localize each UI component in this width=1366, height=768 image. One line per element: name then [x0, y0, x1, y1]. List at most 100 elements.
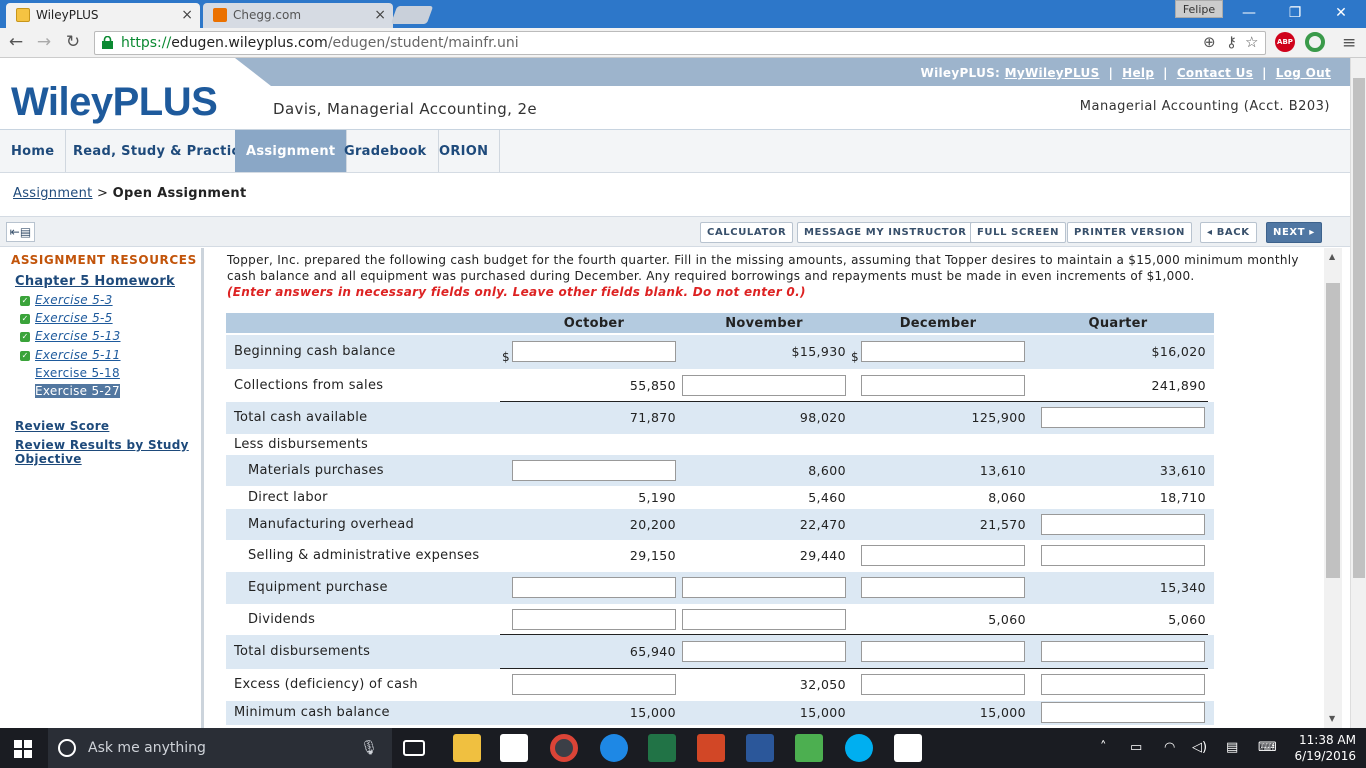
close-window-icon[interactable]: ✕ — [1318, 0, 1364, 26]
cell-value: 20,200 — [629, 517, 676, 532]
tab-wileyplus[interactable]: WileyPLUS × — [6, 3, 200, 28]
cortana-search-box[interactable]: Ask me anything 🎙 — [48, 728, 392, 768]
answer-input[interactable] — [1041, 702, 1205, 723]
collapse-sidebar-icon[interactable]: ⇤▤ — [6, 222, 35, 242]
skype-icon[interactable] — [845, 734, 873, 762]
review-results-link[interactable]: Review Results by Study Objective — [15, 438, 190, 466]
keyboard-icon[interactable]: ⌨ — [1258, 740, 1277, 755]
back-arrow-icon[interactable]: ← — [5, 31, 27, 53]
nav-orion[interactable]: ORION — [428, 130, 501, 172]
exercise-link[interactable]: Exercise 5-5 — [35, 311, 113, 325]
taskbar-clock[interactable]: 11:38 AM 6/19/2016 — [1294, 732, 1356, 764]
exercise-link-current[interactable]: Exercise 5-27 — [35, 384, 120, 398]
answer-input[interactable] — [861, 674, 1025, 695]
exercise-link[interactable]: Exercise 5-18 — [35, 366, 120, 380]
answer-input[interactable] — [1041, 514, 1205, 535]
extension-icon[interactable] — [1305, 32, 1325, 52]
answer-input[interactable] — [861, 641, 1025, 662]
answer-input[interactable] — [512, 460, 676, 481]
tray-chevron-icon[interactable]: ˄ — [1100, 740, 1107, 755]
answer-input[interactable] — [861, 577, 1025, 598]
volume-icon[interactable]: ◁) — [1192, 740, 1207, 755]
problem-statement: Topper, Inc. prepared the following cash… — [227, 252, 1307, 300]
exercise-link[interactable]: Exercise 5-11 — [35, 348, 121, 362]
answer-input[interactable] — [682, 577, 846, 598]
adblock-icon[interactable]: ABP — [1275, 32, 1295, 52]
page-scrollbar[interactable] — [1350, 58, 1366, 728]
mywileyplus-link[interactable]: MyWileyPLUS — [1005, 66, 1100, 80]
answer-input[interactable] — [512, 341, 676, 362]
powerpoint-icon[interactable] — [697, 734, 725, 762]
url-input[interactable]: https://edugen.wileyplus.com/edugen/stud… — [94, 31, 1266, 55]
star-icon[interactable]: ☆ — [1245, 33, 1258, 51]
exercise-link[interactable]: Exercise 5-3 — [35, 293, 113, 307]
top-prefix: WileyPLUS: — [920, 66, 1001, 80]
page-scroll-thumb[interactable] — [1353, 78, 1365, 578]
next-button[interactable]: NEXT ▸ — [1266, 222, 1322, 243]
tab-chegg[interactable]: Chegg.com × — [203, 3, 393, 28]
store-icon[interactable] — [500, 734, 528, 762]
task-view-icon[interactable] — [403, 740, 425, 756]
wileyplus-logo[interactable]: WileyPLUS — [11, 80, 218, 125]
new-tab-button[interactable] — [390, 6, 434, 24]
answer-input[interactable] — [512, 674, 676, 695]
message-instructor-button[interactable]: MESSAGE MY INSTRUCTOR — [797, 222, 974, 243]
excel-icon[interactable] — [648, 734, 676, 762]
notification-icon[interactable]: ▤ — [1226, 740, 1238, 755]
profile-button[interactable]: Felipe — [1175, 0, 1223, 18]
answer-input[interactable] — [682, 609, 846, 630]
chegg-favicon-icon — [213, 8, 227, 22]
table-row: Selling & administrative expenses 29,150 2… — [226, 540, 1214, 572]
breadcrumb-assignment-link[interactable]: Assignment — [13, 186, 93, 201]
forward-arrow-icon[interactable]: → — [33, 31, 55, 53]
log-out-link[interactable]: Log Out — [1276, 66, 1331, 80]
answer-input[interactable] — [1041, 674, 1205, 695]
back-button[interactable]: ◂ BACK — [1200, 222, 1257, 243]
review-score-link[interactable]: Review Score — [15, 419, 109, 433]
chrome-icon[interactable] — [550, 734, 578, 762]
nav-gradebook[interactable]: Gradebook — [333, 130, 439, 172]
contact-us-link[interactable]: Contact Us — [1177, 66, 1253, 80]
printer-version-button[interactable]: PRINTER VERSION — [1067, 222, 1193, 243]
minimize-icon[interactable]: — — [1226, 0, 1272, 26]
microphone-icon[interactable]: 🎙 — [360, 728, 378, 768]
calculator-button[interactable]: CALCULATOR — [700, 222, 794, 243]
cell-value: $16,020 — [1151, 344, 1206, 359]
photos-icon[interactable] — [894, 734, 922, 762]
scroll-down-icon[interactable]: ▼ — [1329, 714, 1335, 723]
answer-input[interactable] — [682, 641, 846, 662]
nav-assignment[interactable]: Assignment — [235, 130, 348, 172]
answer-input[interactable] — [861, 341, 1025, 362]
wifi-icon[interactable]: ◠ — [1164, 740, 1175, 755]
reload-icon[interactable]: ↻ — [62, 31, 84, 53]
key-icon[interactable]: ⚷ — [1226, 33, 1237, 51]
full-screen-button[interactable]: FULL SCREEN — [970, 222, 1067, 243]
answer-input[interactable] — [512, 609, 676, 630]
nav-read-study-practice[interactable]: Read, Study & Practice — [62, 130, 261, 172]
answer-input[interactable] — [861, 375, 1025, 396]
word-icon[interactable] — [746, 734, 774, 762]
content-scrollbar[interactable]: ▲ ▼ — [1324, 248, 1342, 728]
answer-input[interactable] — [512, 577, 676, 598]
answer-input[interactable] — [1041, 407, 1205, 428]
answer-input[interactable] — [682, 375, 846, 396]
chapter-link[interactable]: Chapter 5 Homework — [15, 274, 175, 289]
nav-home[interactable]: Home — [0, 130, 67, 172]
answer-input[interactable] — [861, 545, 1025, 566]
answer-input[interactable] — [1041, 641, 1205, 662]
phone-icon[interactable] — [795, 734, 823, 762]
scroll-up-icon[interactable]: ▲ — [1329, 252, 1335, 261]
battery-icon[interactable]: ▭ — [1130, 740, 1142, 755]
restore-icon[interactable]: ❐ — [1272, 0, 1318, 26]
menu-icon[interactable]: ≡ — [1342, 33, 1356, 53]
close-tab-icon[interactable]: × — [181, 5, 193, 25]
edge-icon[interactable] — [600, 734, 628, 762]
help-link[interactable]: Help — [1122, 66, 1154, 80]
file-explorer-icon[interactable] — [453, 734, 481, 762]
answer-input[interactable] — [1041, 545, 1205, 566]
exercise-link[interactable]: Exercise 5-13 — [35, 329, 121, 343]
close-tab-icon[interactable]: × — [374, 5, 386, 25]
zoom-icon[interactable]: ⊕ — [1203, 33, 1216, 51]
scroll-thumb[interactable] — [1326, 283, 1340, 578]
windows-start-icon[interactable] — [14, 740, 32, 758]
